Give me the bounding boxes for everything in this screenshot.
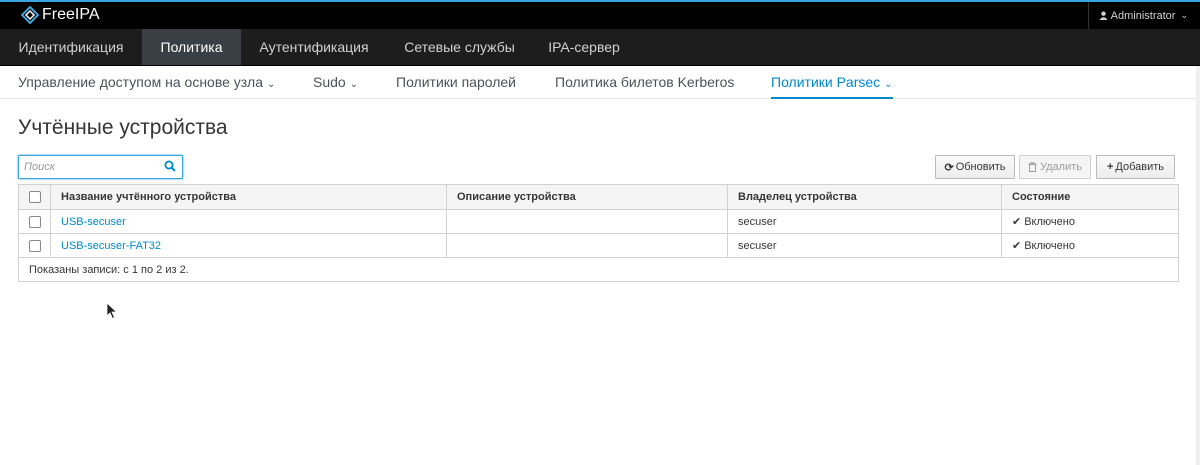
check-icon: ✔ (1012, 216, 1022, 228)
primary-navigation: Идентификация Политика Аутентификация Се… (0, 29, 1200, 66)
device-description-cell (447, 234, 728, 257)
device-name-link[interactable]: USB-secuser-FAT32 (61, 240, 161, 252)
add-label: Добавить (1115, 161, 1165, 173)
search-icon[interactable] (164, 160, 176, 172)
masthead: FreeIPA Administrator ⌄ (0, 2, 1200, 29)
subnav-sudo[interactable]: Sudo ⌄ (313, 66, 358, 98)
user-menu[interactable]: Administrator ⌄ (1087, 2, 1200, 29)
table-row: USB-secuser-FAT32 secuser ✔ Включено (19, 234, 1178, 258)
device-description-cell (447, 210, 728, 233)
row-select-cell (19, 234, 51, 257)
column-header-owner[interactable]: Владелец устройства (728, 185, 1002, 209)
devices-table: Название учтённого устройства Описание у… (18, 184, 1179, 282)
chevron-down-icon: ⌄ (884, 79, 893, 90)
refresh-icon: ⟳ (944, 161, 954, 174)
device-state-cell: ✔ Включено (1002, 210, 1178, 233)
device-name-cell: USB-secuser (51, 210, 447, 233)
device-owner-cell: secuser (728, 210, 1002, 233)
brand-name: FreeIPA (42, 6, 100, 23)
device-owner-cell: secuser (728, 234, 1002, 257)
search-input[interactable] (24, 158, 159, 176)
delete-button[interactable]: Удалить (1019, 155, 1091, 179)
freeipa-logo-icon (21, 6, 39, 24)
column-header-state[interactable]: Состояние (1002, 185, 1178, 209)
table-header-row: Название учтённого устройства Описание у… (19, 185, 1178, 210)
device-state-cell: ✔ Включено (1002, 234, 1178, 257)
refresh-button[interactable]: ⟳ Обновить (935, 155, 1015, 179)
mouse-cursor (106, 302, 118, 320)
device-state-label: Включено (1024, 215, 1075, 228)
secondary-navigation: Управление доступом на основе узла ⌄ Sudo… (0, 66, 1200, 99)
check-icon: ✔ (1012, 240, 1022, 252)
subnav-kerberos-ticket-policy[interactable]: Политика билетов Kerberos (555, 66, 734, 98)
search-box (18, 155, 183, 179)
page-title: Учтённые устройства (18, 116, 228, 139)
delete-label: Удалить (1040, 161, 1082, 173)
add-button[interactable]: + Добавить (1096, 155, 1175, 179)
row-checkbox[interactable] (28, 215, 41, 228)
nav-network-services[interactable]: Сетевые службы (387, 29, 532, 65)
trash-icon (1028, 162, 1037, 172)
column-header-name[interactable]: Название учтённого устройства (51, 185, 447, 209)
device-state-label: Включено (1024, 239, 1075, 252)
active-tab-indicator (771, 97, 893, 99)
refresh-label: Обновить (955, 161, 1006, 173)
device-name-link[interactable]: USB-secuser (61, 216, 126, 228)
device-name-cell: USB-secuser-FAT32 (51, 234, 447, 257)
row-checkbox[interactable] (28, 239, 41, 252)
nav-ipa-server[interactable]: IPA-сервер (532, 29, 636, 65)
select-all-checkbox[interactable] (28, 191, 41, 203)
subnav-parsec-label: Политики Parsec (771, 74, 881, 90)
row-select-cell (19, 210, 51, 233)
subnav-hbac-label: Управление доступом на основе узла (18, 74, 264, 90)
user-icon (1099, 11, 1108, 20)
select-all-cell (19, 185, 51, 209)
column-header-description[interactable]: Описание устройства (447, 185, 728, 209)
chevron-down-icon: ⌄ (267, 79, 276, 90)
table-row: USB-secuser secuser ✔ Включено (19, 210, 1178, 234)
plus-icon: + (1106, 161, 1114, 173)
username: Administrator (1110, 9, 1176, 22)
subnav-password-policies[interactable]: Политики паролей (396, 66, 516, 98)
chevron-down-icon: ⌄ (349, 79, 359, 90)
brand-logo[interactable]: FreeIPA (21, 5, 100, 25)
scrollbar-track[interactable] (1196, 66, 1200, 465)
nav-authentication[interactable]: Аутентификация (241, 29, 387, 65)
subnav-parsec-policies[interactable]: Политики Parsec ⌄ (771, 66, 893, 99)
nav-identity[interactable]: Идентификация (0, 29, 142, 65)
subnav-sudo-label: Sudo (313, 74, 346, 90)
table-footer: Показаны записи: с 1 по 2 из 2. (29, 263, 189, 276)
chevron-down-icon: ⌄ (1180, 10, 1188, 20)
nav-policy[interactable]: Политика (142, 29, 241, 65)
subnav-hbac[interactable]: Управление доступом на основе узла ⌄ (18, 66, 275, 98)
